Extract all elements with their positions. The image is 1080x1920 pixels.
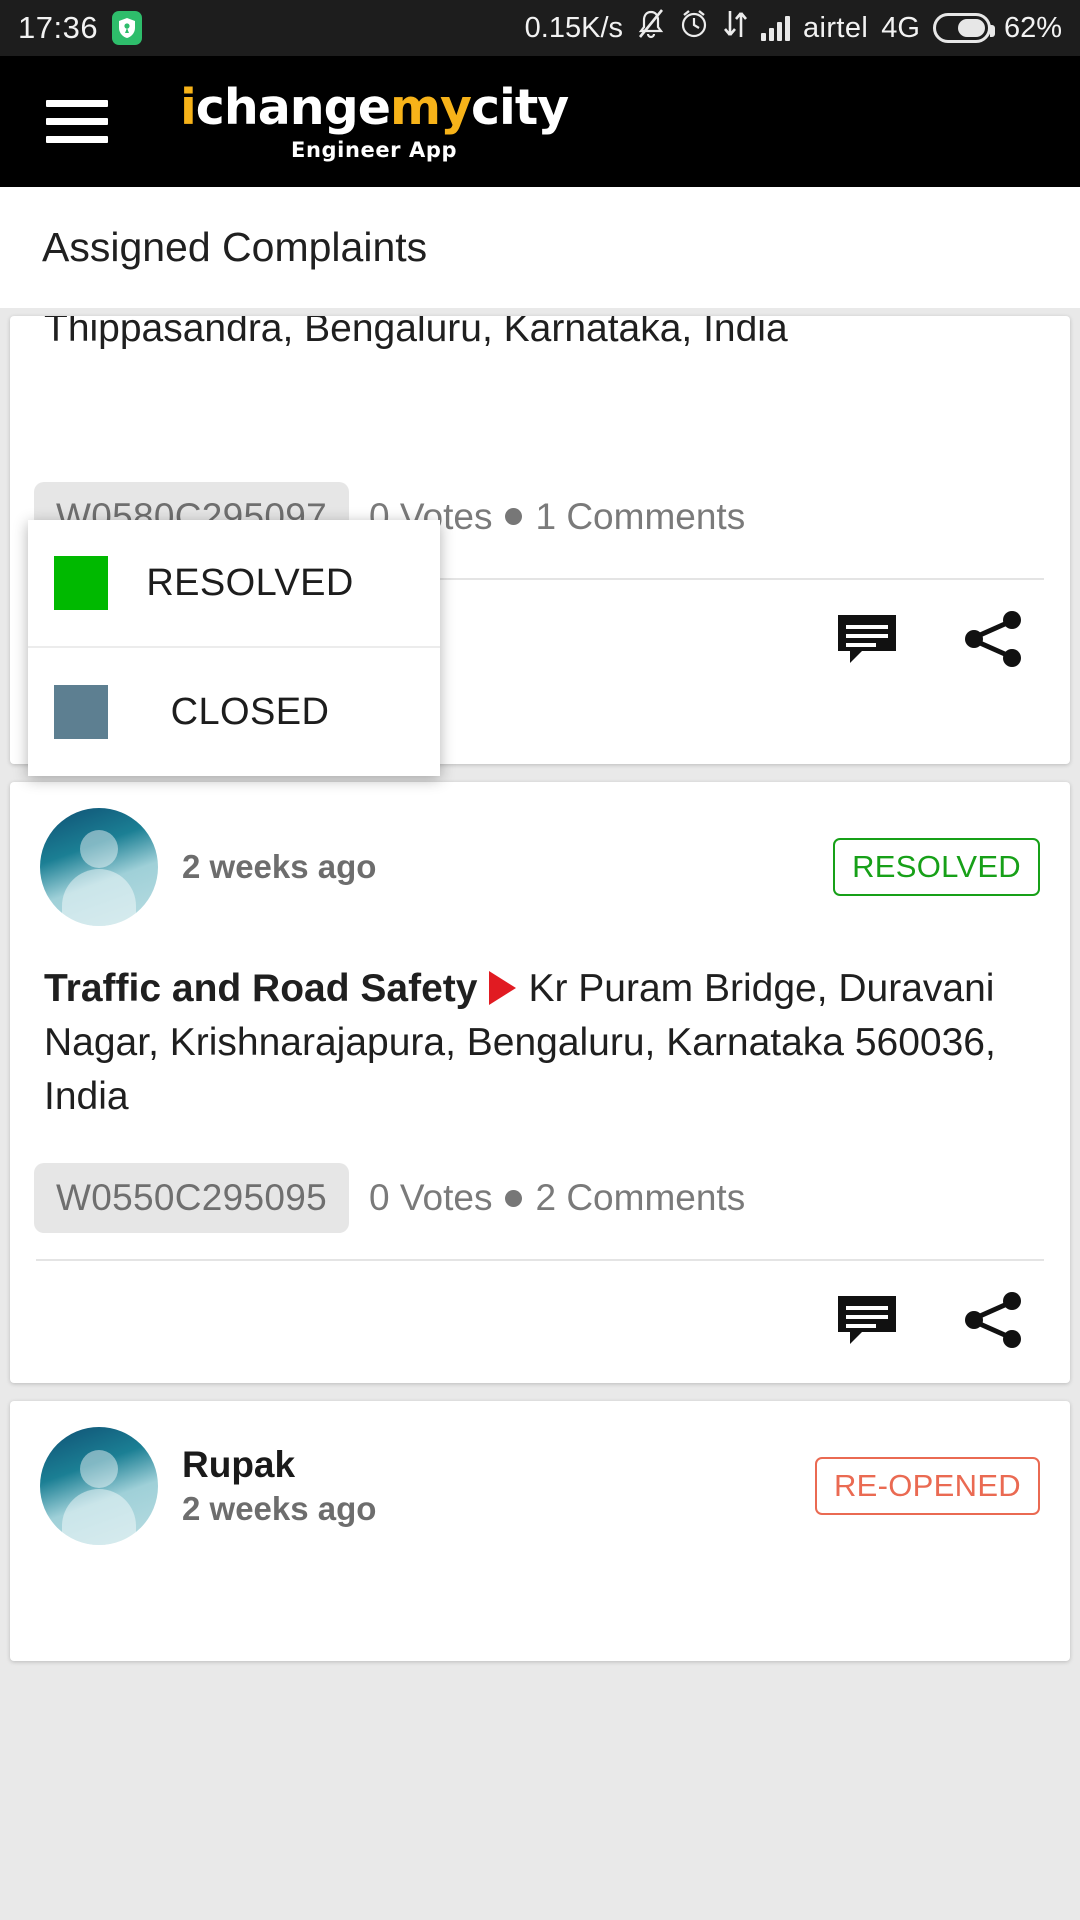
dropdown-item-closed[interactable]: CLOSED — [28, 648, 440, 776]
separator-dot — [505, 1189, 523, 1207]
complaints-feed[interactable]: Thippasandra, Bengaluru, Karnataka, Indi… — [0, 308, 1080, 1920]
battery-percent: 62% — [1003, 11, 1062, 44]
hamburger-menu-icon[interactable] — [46, 100, 108, 143]
status-dropdown-menu[interactable]: RESOLVED CLOSED — [28, 520, 440, 776]
logo-my: my — [389, 78, 472, 136]
complaint-meta-row: W0550C295095 0 Votes 2 Comments — [10, 1123, 1070, 1259]
comments-count: 2 Comments — [535, 1177, 746, 1219]
page-title: Assigned Complaints — [0, 187, 1080, 308]
complaint-address: Thippasandra, Bengaluru, Karnataka, Indi… — [44, 316, 788, 350]
status-badge: RE-OPENED — [814, 1457, 1040, 1516]
complaint-description: Traffic and Road Safety Kr Puram Bridge, … — [10, 932, 1070, 1123]
logo-city: city — [470, 78, 569, 136]
dropdown-item-resolved[interactable]: RESOLVED — [28, 520, 440, 648]
logo-change: change — [195, 78, 391, 136]
complaint-description — [10, 1551, 1070, 1661]
status-badge: RESOLVED — [833, 838, 1040, 896]
avatar — [40, 808, 158, 926]
share-icon[interactable] — [960, 606, 1026, 672]
avatar — [40, 1427, 158, 1546]
alarm-clock-icon — [679, 9, 709, 47]
share-icon[interactable] — [960, 1287, 1026, 1353]
data-transfer-icon — [722, 9, 748, 47]
complaint-time: 2 weeks ago — [182, 1490, 377, 1528]
complaint-address-line: Thippasandra, Bengaluru, Karnataka, Indi… — [10, 316, 1070, 356]
complaint-stats: 0 Votes 2 Comments — [369, 1177, 745, 1219]
comments-count: 1 Comments — [535, 495, 746, 537]
app-subtitle: Engineer App — [291, 137, 458, 162]
dropdown-item-label: CLOSED — [170, 690, 330, 733]
complaint-time: 2 weeks ago — [182, 847, 377, 885]
comment-icon[interactable] — [834, 606, 900, 672]
status-swatch-resolved — [54, 556, 108, 610]
separator-dot — [505, 508, 523, 526]
status-time: 17:36 — [18, 10, 99, 45]
dropdown-item-label: RESOLVED — [146, 561, 354, 604]
complaint-category: Traffic and Road Safety — [44, 967, 478, 1010]
app-bar: ichangemycity Engineer App — [0, 56, 1080, 187]
logo-i: i — [180, 78, 197, 136]
status-bar: 17:36 0.15K/s airtel 4G 62% — [0, 0, 1080, 56]
app-logo: ichangemycity Engineer App — [180, 78, 569, 162]
complaint-header: Rupak 2 weeks ago RE-OPENED — [10, 1401, 1070, 1551]
network-type-label: 4G — [881, 11, 920, 44]
signal-bars-icon — [761, 15, 790, 41]
complaint-id-chip[interactable]: W0550C295095 — [34, 1163, 350, 1234]
votes-count: 0 Votes — [369, 1177, 493, 1219]
network-speed: 0.15K/s — [524, 11, 623, 44]
status-bar-left: 17:36 — [18, 10, 143, 46]
shield-icon — [112, 11, 143, 45]
arrow-right-icon — [489, 970, 517, 1005]
battery-icon — [932, 13, 995, 43]
status-bar-right: 0.15K/s airtel 4G 62% — [525, 8, 1062, 48]
comment-icon[interactable] — [834, 1287, 900, 1353]
bell-muted-icon — [636, 8, 666, 48]
complaint-card[interactable]: 2 weeks ago RESOLVED Traffic and Road Sa… — [10, 782, 1070, 1384]
complaint-author: Rupak 2 weeks ago — [182, 1442, 376, 1531]
author-name: Rupak — [182, 1443, 296, 1485]
complaint-actions — [10, 1261, 1070, 1383]
complaint-card[interactable]: Rupak 2 weeks ago RE-OPENED — [10, 1401, 1070, 1662]
carrier-label: airtel — [803, 11, 869, 44]
complaint-header: 2 weeks ago RESOLVED — [10, 782, 1070, 932]
complaint-author: 2 weeks ago — [182, 846, 376, 889]
status-swatch-closed — [54, 685, 108, 739]
